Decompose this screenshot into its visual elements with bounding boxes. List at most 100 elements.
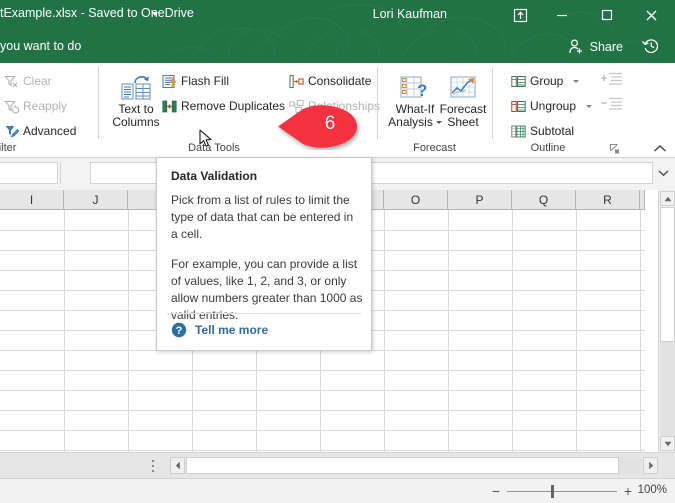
advanced-filter-button[interactable]: Advanced — [0, 120, 79, 142]
zoom-slider-track[interactable] — [507, 491, 617, 492]
advanced-filter-label: Advanced — [23, 124, 77, 138]
chevron-down-icon — [586, 104, 593, 108]
grid-column-line — [640, 210, 641, 452]
horizontal-scroll-track[interactable] — [619, 457, 641, 474]
tooltip-body: Pick from a list of rules to limit the t… — [171, 192, 363, 324]
column-header-partial[interactable] — [640, 190, 645, 209]
vertical-scrollbar[interactable] — [658, 190, 675, 452]
reapply-filter-icon — [3, 98, 19, 114]
ribbon-group-outline: Group Ungroup Subtotal Outline — [493, 63, 628, 157]
grid-column-line — [384, 210, 385, 452]
title-dropdown-icon[interactable] — [152, 12, 158, 16]
column-header-O[interactable]: O — [384, 190, 448, 209]
dialog-launcher-icon — [610, 144, 619, 154]
minimize-button[interactable] — [542, 0, 582, 30]
share-person-icon — [569, 39, 582, 54]
group-label-outline: Outline — [530, 142, 566, 154]
close-icon — [646, 10, 656, 20]
close-button[interactable] — [631, 0, 671, 30]
forecast-sheet-icon — [446, 71, 480, 103]
grid-row-line — [0, 390, 645, 391]
column-header-J[interactable]: J — [64, 190, 128, 209]
scroll-right-button[interactable] — [643, 457, 658, 474]
ribbon-group-filter: Clear Reapply Advanced lter — [0, 63, 100, 157]
triangle-left-icon — [175, 461, 180, 470]
scroll-left-button[interactable] — [170, 457, 185, 474]
remove-duplicates-label: Remove Duplicates — [181, 99, 286, 113]
zoom-slider-thumb[interactable] — [551, 485, 554, 498]
ribbon-group-data-tools: Text to Columns Flash Fill Remove Duplic… — [99, 63, 380, 157]
ribbon-display-options-icon — [513, 8, 527, 22]
grip-dot — [152, 465, 154, 467]
share-label: Share — [589, 39, 623, 54]
zoom-out-button[interactable]: − — [489, 484, 503, 498]
what-if-analysis-label-2: Analysis — [388, 115, 433, 129]
tooltip-divider — [167, 313, 361, 314]
flash-fill-button[interactable]: Flash Fill — [158, 70, 232, 92]
share-button[interactable]: Share — [568, 36, 623, 57]
subtotal-icon — [510, 123, 526, 139]
data-validation-tooltip: Data Validation Pick from a list of rule… — [156, 157, 372, 351]
outline-dialog-launcher[interactable] — [609, 142, 621, 154]
grid-row-line — [0, 370, 645, 371]
what-if-analysis-label-2-row: Analysis — [388, 116, 442, 129]
ungroup-label: Ungroup — [530, 99, 577, 113]
flash-fill-label: Flash Fill — [181, 74, 230, 88]
triangle-up-icon — [664, 196, 671, 201]
zoom-percentage[interactable]: 100% — [638, 484, 667, 496]
subtotal-button[interactable]: Subtotal — [507, 120, 577, 142]
maximize-icon — [601, 9, 613, 21]
grid-column-line — [128, 210, 129, 452]
consolidate-button[interactable]: Consolidate — [285, 70, 374, 92]
tell-me-input[interactable]: you want to do — [0, 39, 81, 53]
account-name[interactable]: Lori Kaufman — [373, 7, 447, 21]
remove-duplicates-button[interactable]: Remove Duplicates — [158, 95, 288, 117]
minimize-icon — [557, 14, 567, 17]
collapse-ribbon-button[interactable] — [653, 141, 667, 152]
show-detail-icon — [601, 72, 622, 85]
hide-detail-icon — [601, 97, 622, 110]
show-detail-button — [601, 71, 623, 94]
tab-split-handle[interactable] — [152, 460, 156, 473]
what-if-analysis-icon: ? — [398, 71, 432, 103]
column-header-P[interactable]: P — [448, 190, 512, 209]
svg-text:?: ? — [417, 81, 427, 100]
group-button[interactable]: Group — [507, 70, 582, 92]
maximize-button[interactable] — [587, 0, 627, 30]
column-header-Q[interactable]: Q — [512, 190, 576, 209]
subtotal-label: Subtotal — [530, 124, 575, 138]
grid-row-line — [0, 430, 645, 431]
expand-formula-bar-button[interactable] — [655, 162, 671, 184]
svg-text:?: ? — [176, 325, 183, 337]
version-history-button[interactable] — [641, 36, 665, 58]
column-header-I[interactable]: I — [0, 190, 64, 209]
ribbon-display-options-button[interactable] — [500, 0, 540, 30]
name-box[interactable] — [0, 162, 58, 184]
clear-label: Clear — [23, 74, 52, 88]
clear-filter-icon — [3, 73, 19, 89]
column-header-R[interactable]: R — [576, 190, 640, 209]
ungroup-button[interactable]: Ungroup — [507, 95, 595, 117]
forecast-sheet-label-2: Sheet — [447, 115, 479, 129]
tell-me-more-link[interactable]: ? Tell me more — [171, 322, 268, 338]
consolidate-icon — [288, 73, 304, 89]
tooltip-paragraph-1: Pick from a list of rules to limit the t… — [171, 193, 354, 241]
forecast-sheet-button[interactable]: Forecast Sheet — [435, 71, 491, 129]
ribbon-group-forecast: ? What-If Analysis Forecast Sheet Foreca… — [378, 63, 491, 157]
text-to-columns-button[interactable]: Text to Columns — [108, 71, 164, 129]
grip-dot — [152, 460, 154, 462]
scroll-up-button[interactable] — [660, 191, 675, 206]
hide-detail-button — [601, 96, 623, 119]
chevron-up-icon — [653, 144, 667, 152]
triangle-right-icon — [648, 461, 653, 470]
group-icon — [510, 73, 526, 89]
zoom-in-button[interactable]: + — [621, 484, 635, 498]
grid-column-line — [448, 210, 449, 452]
relationships-label: Relationships — [308, 99, 381, 113]
grid-column-line — [512, 210, 513, 452]
tell-me-share-bar: you want to do Share — [0, 30, 675, 63]
chevron-down-icon — [573, 79, 580, 83]
horizontal-scroll-thumb[interactable] — [186, 457, 619, 474]
scroll-down-button[interactable] — [660, 436, 675, 451]
vertical-scroll-thumb[interactable] — [660, 207, 675, 342]
